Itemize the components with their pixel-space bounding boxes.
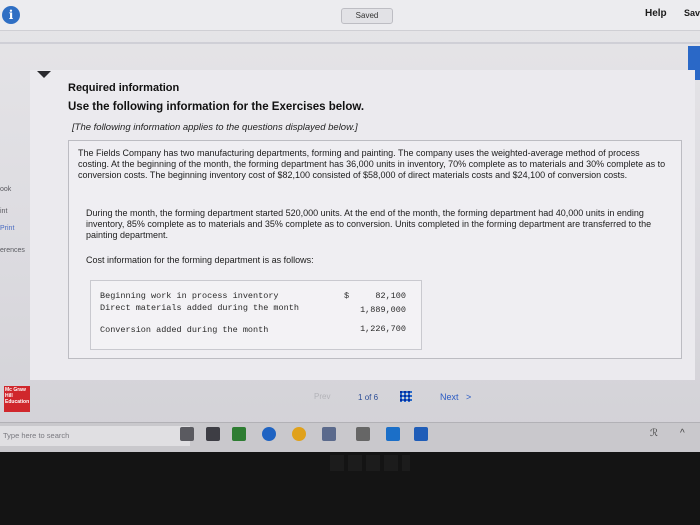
paragraph-inventory: The Fields Company has two manufacturing… xyxy=(78,148,666,180)
next-label: Next xyxy=(440,392,459,402)
monitor-brand-logo xyxy=(330,455,410,471)
grid-icon[interactable] xyxy=(400,391,412,402)
info-icon[interactable]: i xyxy=(2,6,20,24)
rail-item-book[interactable]: ook xyxy=(0,186,11,193)
prev-button[interactable]: Prev xyxy=(314,392,330,401)
row-label: Beginning work in process inventory xyxy=(100,291,279,301)
edge-icon[interactable] xyxy=(262,427,276,441)
file-explorer-icon[interactable] xyxy=(322,427,336,441)
chevron-right-icon: > xyxy=(466,392,472,402)
paragraph-cost-intro: Cost information for the forming departm… xyxy=(86,255,314,265)
photos-icon[interactable] xyxy=(232,427,246,441)
help-button[interactable]: Help xyxy=(645,8,667,19)
applies-note: [The following information applies to th… xyxy=(72,122,358,133)
rail-item-references[interactable]: erences xyxy=(0,247,25,254)
table-row: Direct materials added during the month xyxy=(100,303,320,313)
page-total: 6 xyxy=(373,393,379,402)
chevron-up-icon[interactable]: ^ xyxy=(680,428,685,439)
table-row: Conversion added during the month xyxy=(100,325,320,335)
rail-item-print[interactable]: Print xyxy=(0,225,14,232)
page-current: 1 xyxy=(358,393,363,402)
row-label: Direct materials added during the month xyxy=(100,303,299,313)
required-info-heading: Required information xyxy=(68,82,180,94)
save-exit-button[interactable]: Sav xyxy=(684,8,700,18)
store-icon[interactable] xyxy=(386,427,400,441)
table-row: Beginning work in process inventory xyxy=(100,291,320,301)
task-view-icon[interactable] xyxy=(206,427,220,441)
header-divider xyxy=(0,42,700,44)
mic-icon[interactable] xyxy=(180,427,194,441)
row-label: Conversion added during the month xyxy=(100,325,269,335)
word-icon[interactable] xyxy=(414,427,428,441)
screen: i Saved Help Sav ook int Print erences R… xyxy=(0,0,700,452)
paragraph-production: During the month, the forming department… xyxy=(86,208,652,240)
chrome-icon[interactable] xyxy=(292,427,306,441)
saved-status-badge: Saved xyxy=(341,8,393,24)
collapse-caret-icon[interactable] xyxy=(37,71,51,78)
page-indicator[interactable]: 1 of 6 xyxy=(358,393,378,402)
user-icon[interactable]: ℛ xyxy=(650,428,658,439)
row-amount: 1,226,700 xyxy=(360,324,406,334)
taskbar-search-input[interactable]: Type here to search xyxy=(0,426,190,446)
rail-item-hint[interactable]: int xyxy=(0,208,7,215)
mcgraw-hill-logo: Mc Graw Hill Education xyxy=(4,386,30,412)
next-button[interactable]: Next > xyxy=(440,392,471,402)
row-amount: 82,100 xyxy=(375,291,406,301)
instructions-heading: Use the following information for the Ex… xyxy=(68,101,365,113)
top-bar: i Saved Help Sav xyxy=(0,0,700,31)
page-of: of xyxy=(364,393,372,402)
row-amount: 1,889,000 xyxy=(360,305,406,315)
calculator-icon[interactable] xyxy=(356,427,370,441)
